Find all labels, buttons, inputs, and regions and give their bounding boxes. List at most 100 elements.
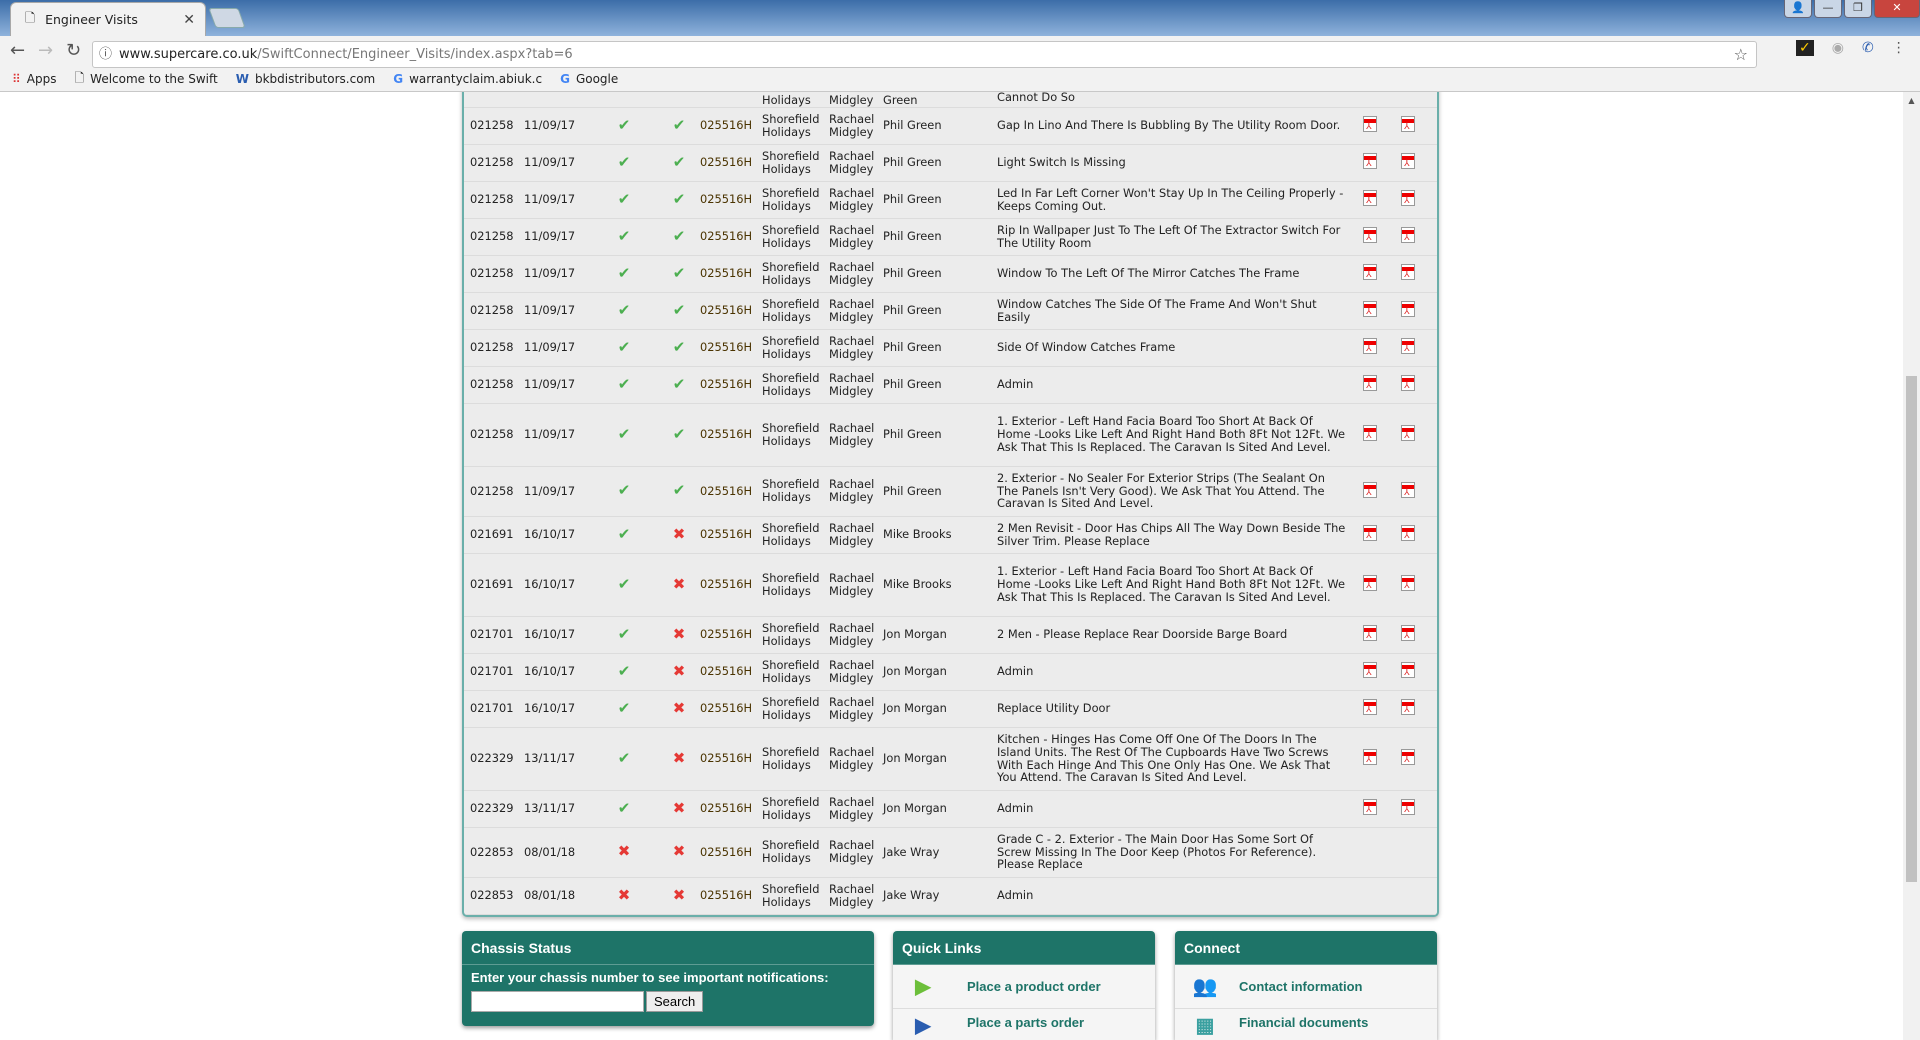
engineer-cell: Mike Brooks: [881, 516, 995, 553]
link-label: Place a product order: [967, 979, 1101, 994]
new-tab-button[interactable]: [208, 8, 245, 28]
engineer-cell: Phil Green: [881, 292, 995, 329]
check-1-cell: ✔: [588, 107, 660, 144]
description-cell: 2 Men Revisit - Door Has Chips All The W…: [995, 516, 1361, 553]
place-product-order-link[interactable]: ▶Place a product order: [893, 965, 1155, 1009]
pdf-icon[interactable]: [1401, 153, 1415, 169]
restore-button[interactable]: ❐: [1844, 0, 1872, 18]
bookmark-apps[interactable]: ⠿Apps: [12, 72, 57, 86]
pdf-2-cell: [1399, 690, 1437, 727]
table-row: 02285308/01/18✖✖025516HShorefield Holida…: [464, 877, 1437, 914]
dealer-cell: Shorefield Holidays: [760, 466, 827, 516]
pdf-icon[interactable]: [1401, 338, 1415, 354]
engineer-cell: Jon Morgan: [881, 790, 995, 827]
pdf-icon[interactable]: [1401, 625, 1415, 641]
pdf-icon[interactable]: [1363, 425, 1377, 441]
browser-tab[interactable]: 🗋 Engineer Visits ✕: [10, 2, 206, 36]
pdf-icon[interactable]: [1401, 525, 1415, 541]
check-1-cell: ✖: [588, 877, 660, 914]
bookmark-google[interactable]: GGoogle: [560, 72, 618, 86]
pdf-icon[interactable]: [1363, 575, 1377, 591]
pdf-1-cell: [1361, 877, 1399, 914]
search-button[interactable]: Search: [646, 991, 703, 1012]
pdf-icon[interactable]: [1363, 301, 1377, 317]
pdf-icon[interactable]: [1363, 375, 1377, 391]
description-cell: Kitchen - Hinges Has Come Off One Of The…: [995, 727, 1361, 790]
visit-date-cell: 16/10/17: [522, 690, 588, 727]
pdf-icon[interactable]: [1363, 482, 1377, 498]
pdf-icon[interactable]: [1363, 153, 1377, 169]
norton-extension-icon[interactable]: ✓: [1796, 40, 1814, 56]
description-cell: 1. Exterior - Left Hand Facia Board Too …: [995, 403, 1361, 466]
phone-extension-icon[interactable]: ✆: [1862, 40, 1874, 56]
bookmark-welcome[interactable]: 🗋Welcome to the Swift: [75, 69, 218, 90]
pdf-icon[interactable]: [1401, 264, 1415, 280]
check-1-cell: ✔: [588, 516, 660, 553]
pdf-icon[interactable]: [1363, 625, 1377, 641]
pdf-2-cell: [1399, 516, 1437, 553]
bookmark-bkb[interactable]: Wbkbdistributors.com: [236, 72, 376, 86]
pdf-icon[interactable]: [1363, 338, 1377, 354]
visit-id-cell: 021701: [464, 616, 522, 653]
pdf-icon[interactable]: [1363, 190, 1377, 206]
pdf-icon[interactable]: [1363, 662, 1377, 678]
pdf-icon[interactable]: [1401, 662, 1415, 678]
pdf-icon[interactable]: [1401, 375, 1415, 391]
chassis-cell: 025516H: [698, 218, 760, 255]
reload-icon[interactable]: ↻: [66, 40, 81, 61]
visit-date-cell: 11/09/17: [522, 144, 588, 181]
pdf-icon[interactable]: [1401, 482, 1415, 498]
pdf-icon[interactable]: [1401, 227, 1415, 243]
pdf-icon[interactable]: [1401, 749, 1415, 765]
info-icon[interactable]: ⓘ: [99, 42, 112, 67]
customer-cell: Rachael Midgley: [827, 516, 881, 553]
user-icon[interactable]: 👤: [1784, 0, 1812, 18]
pdf-icon[interactable]: [1401, 116, 1415, 132]
scroll-up-icon[interactable]: ▲: [1903, 92, 1920, 105]
check-2-cell: ✖: [660, 727, 698, 790]
minimize-button[interactable]: —: [1814, 0, 1842, 18]
back-icon[interactable]: ←: [10, 40, 25, 61]
pdf-icon[interactable]: [1363, 116, 1377, 132]
visit-id-cell: 021258: [464, 292, 522, 329]
menu-icon[interactable]: ⋮: [1892, 40, 1906, 56]
pdf-icon[interactable]: [1401, 575, 1415, 591]
pdf-icon[interactable]: [1363, 749, 1377, 765]
chassis-cell: 025516H: [698, 516, 760, 553]
pdf-icon[interactable]: [1363, 227, 1377, 243]
pdf-1-cell: [1361, 107, 1399, 144]
pdf-1-cell: [1361, 553, 1399, 616]
forward-icon[interactable]: →: [38, 40, 53, 61]
contact-information-link[interactable]: 👥Contact information: [1175, 965, 1437, 1009]
financial-documents-link[interactable]: ▦Financial documents: [1175, 1009, 1437, 1040]
pdf-icon[interactable]: [1363, 799, 1377, 815]
customer-cell: Rachael Midgley: [827, 255, 881, 292]
address-bar[interactable]: ⓘ www.supercare.co.uk/SwiftConnect/Engin…: [92, 41, 1757, 68]
pdf-icon[interactable]: [1363, 525, 1377, 541]
cross-icon: ✖: [673, 886, 686, 904]
dealer-cell: Shorefield Holidays: [760, 292, 827, 329]
pdf-icon[interactable]: [1401, 190, 1415, 206]
dealer-cell: Shorefield Holidays: [760, 329, 827, 366]
bookmark-star-icon[interactable]: ☆: [1734, 42, 1748, 67]
check-icon: ✔: [673, 116, 686, 134]
place-parts-order-link[interactable]: ▶Place a parts order: [893, 1009, 1155, 1040]
pdf-1-cell: [1361, 255, 1399, 292]
extension-icon[interactable]: ◉: [1832, 40, 1844, 56]
close-tab-icon[interactable]: ✕: [183, 12, 195, 28]
vertical-scrollbar[interactable]: ▲: [1903, 92, 1920, 1040]
description-cell: Light Switch Is Missing: [995, 144, 1361, 181]
check-2-cell: ✖: [660, 877, 698, 914]
bookmark-warrantyclaim[interactable]: Gwarrantyclaim.abiuk.c: [393, 72, 542, 86]
pdf-icon[interactable]: [1363, 699, 1377, 715]
visit-id-cell: 021258: [464, 107, 522, 144]
pdf-icon[interactable]: [1401, 301, 1415, 317]
scrollbar-thumb[interactable]: [1906, 376, 1917, 882]
pdf-icon[interactable]: [1401, 699, 1415, 715]
engineer-cell: Phil Green: [881, 366, 995, 403]
pdf-icon[interactable]: [1401, 799, 1415, 815]
pdf-icon[interactable]: [1401, 425, 1415, 441]
chassis-number-input[interactable]: [471, 991, 644, 1012]
pdf-icon[interactable]: [1363, 264, 1377, 280]
close-window-button[interactable]: ✕: [1874, 0, 1920, 18]
